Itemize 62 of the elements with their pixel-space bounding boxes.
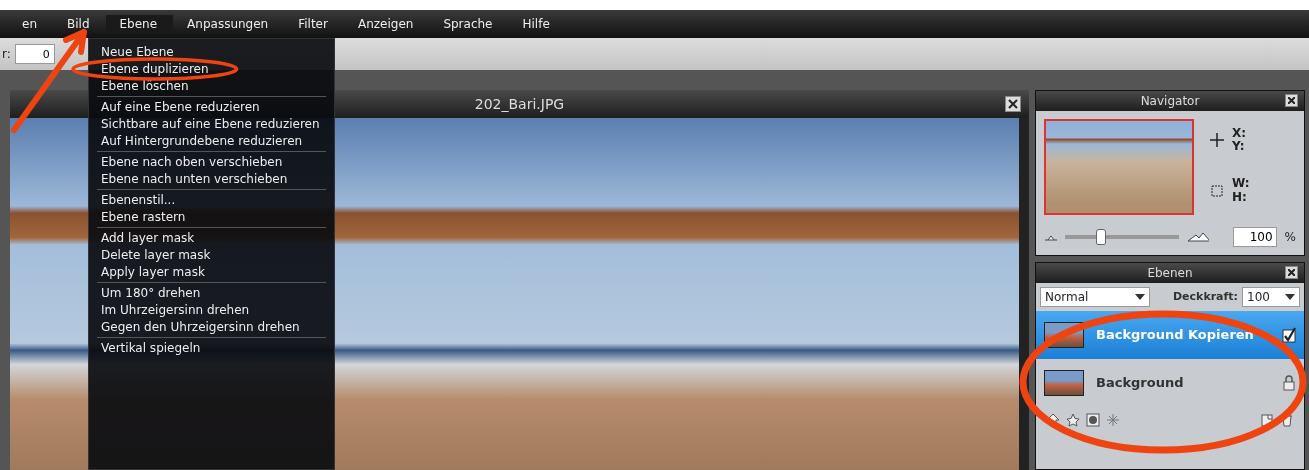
crosshair-icon	[1210, 133, 1224, 148]
menu-item[interactable]: Ebene löschen	[89, 79, 201, 93]
menu-item[interactable]: Sichtbare auf eine Ebene reduzieren	[89, 117, 332, 131]
selection-size-icon	[1210, 183, 1224, 198]
menu-item[interactable]: Filter	[284, 15, 344, 33]
caret-icon	[1285, 294, 1295, 300]
menu-item[interactable]: Gegen den Uhrzeigersinn drehen	[89, 320, 312, 334]
zoom-out-icon	[1044, 233, 1057, 241]
sparkle-icon[interactable]	[1106, 413, 1120, 427]
zoom-field[interactable]: 100	[1232, 227, 1277, 247]
menu-item[interactable]: Auf eine Ebene reduzieren	[89, 100, 272, 114]
blend-mode-dropdown[interactable]: Normal	[1040, 287, 1150, 307]
menu-item[interactable]: Ebene nach unten verschieben	[89, 172, 300, 186]
document-title: 202_Bari.JPG	[474, 94, 565, 114]
coordinate-label: X:	[1232, 127, 1247, 141]
menu-item[interactable]: Ebene	[105, 15, 174, 33]
menu-item[interactable]: Ebenenstil...	[89, 193, 188, 207]
panel-title: Ebenen	[1147, 265, 1193, 282]
close-button[interactable]	[1285, 94, 1298, 107]
menu-item[interactable]: Ebene duplizieren	[89, 62, 221, 76]
zoom-in-icon	[1186, 232, 1209, 242]
menu-item[interactable]: Um 180° drehen	[89, 286, 213, 300]
menu-item[interactable]: Sprache	[429, 15, 509, 33]
layer-row[interactable]: Background	[1036, 359, 1304, 407]
menu-item[interactable]: Delete layer mask	[89, 248, 223, 262]
size-label: W:	[1232, 177, 1250, 191]
unit-label: %	[1284, 229, 1296, 246]
menu-item[interactable]: Anzeigen	[343, 15, 430, 33]
menu-item[interactable]: Bild	[53, 15, 106, 33]
field-label: r:	[2, 46, 11, 63]
layer-name: Background Kopieren	[1096, 326, 1255, 345]
layer-thumbnail	[1044, 370, 1084, 396]
menu-item[interactable]: Hilfe	[508, 15, 566, 33]
caret-icon	[1135, 294, 1145, 300]
menu-item[interactable]: Vertikal spiegeln	[89, 341, 213, 355]
close-icon	[1288, 97, 1295, 104]
close-icon	[1288, 269, 1295, 276]
opacity-dropdown[interactable]: 100	[1242, 287, 1300, 307]
close-button[interactable]	[1005, 96, 1021, 112]
input-field[interactable]: 0	[14, 44, 55, 64]
menu-item[interactable]: en	[8, 15, 53, 33]
new-layer-icon[interactable]	[1260, 413, 1274, 427]
close-button[interactable]	[1285, 266, 1298, 279]
menu-item[interactable]: Auf Hintergrundebene reduzieren	[89, 134, 315, 148]
menu-item[interactable]: Ebene rastern	[89, 210, 198, 224]
opacity-label: Deckkraft:	[1172, 288, 1238, 305]
checkbox[interactable]	[1282, 327, 1296, 343]
panel-title: Navigator	[1140, 93, 1200, 110]
close-icon	[1008, 99, 1018, 109]
menu-item[interactable]: Apply layer mask	[89, 265, 217, 279]
mask-icon[interactable]	[1086, 413, 1100, 427]
menu-item[interactable]: Neue Ebene	[89, 45, 186, 59]
menu-item[interactable]: Anpassungen	[173, 15, 285, 33]
menu-item[interactable]: Im Uhrzeigersinn drehen	[89, 303, 262, 317]
menu-item[interactable]: Ebene nach oben verschieben	[89, 155, 295, 169]
layer-name: Background	[1096, 374, 1185, 393]
star-icon[interactable]	[1066, 413, 1080, 427]
slider-thumb[interactable]	[1095, 229, 1106, 245]
size-label: H:	[1232, 190, 1248, 204]
menu-item[interactable]: Add layer mask	[89, 231, 207, 245]
coordinate-label: Y:	[1232, 140, 1246, 154]
trash-icon[interactable]	[1280, 413, 1294, 427]
